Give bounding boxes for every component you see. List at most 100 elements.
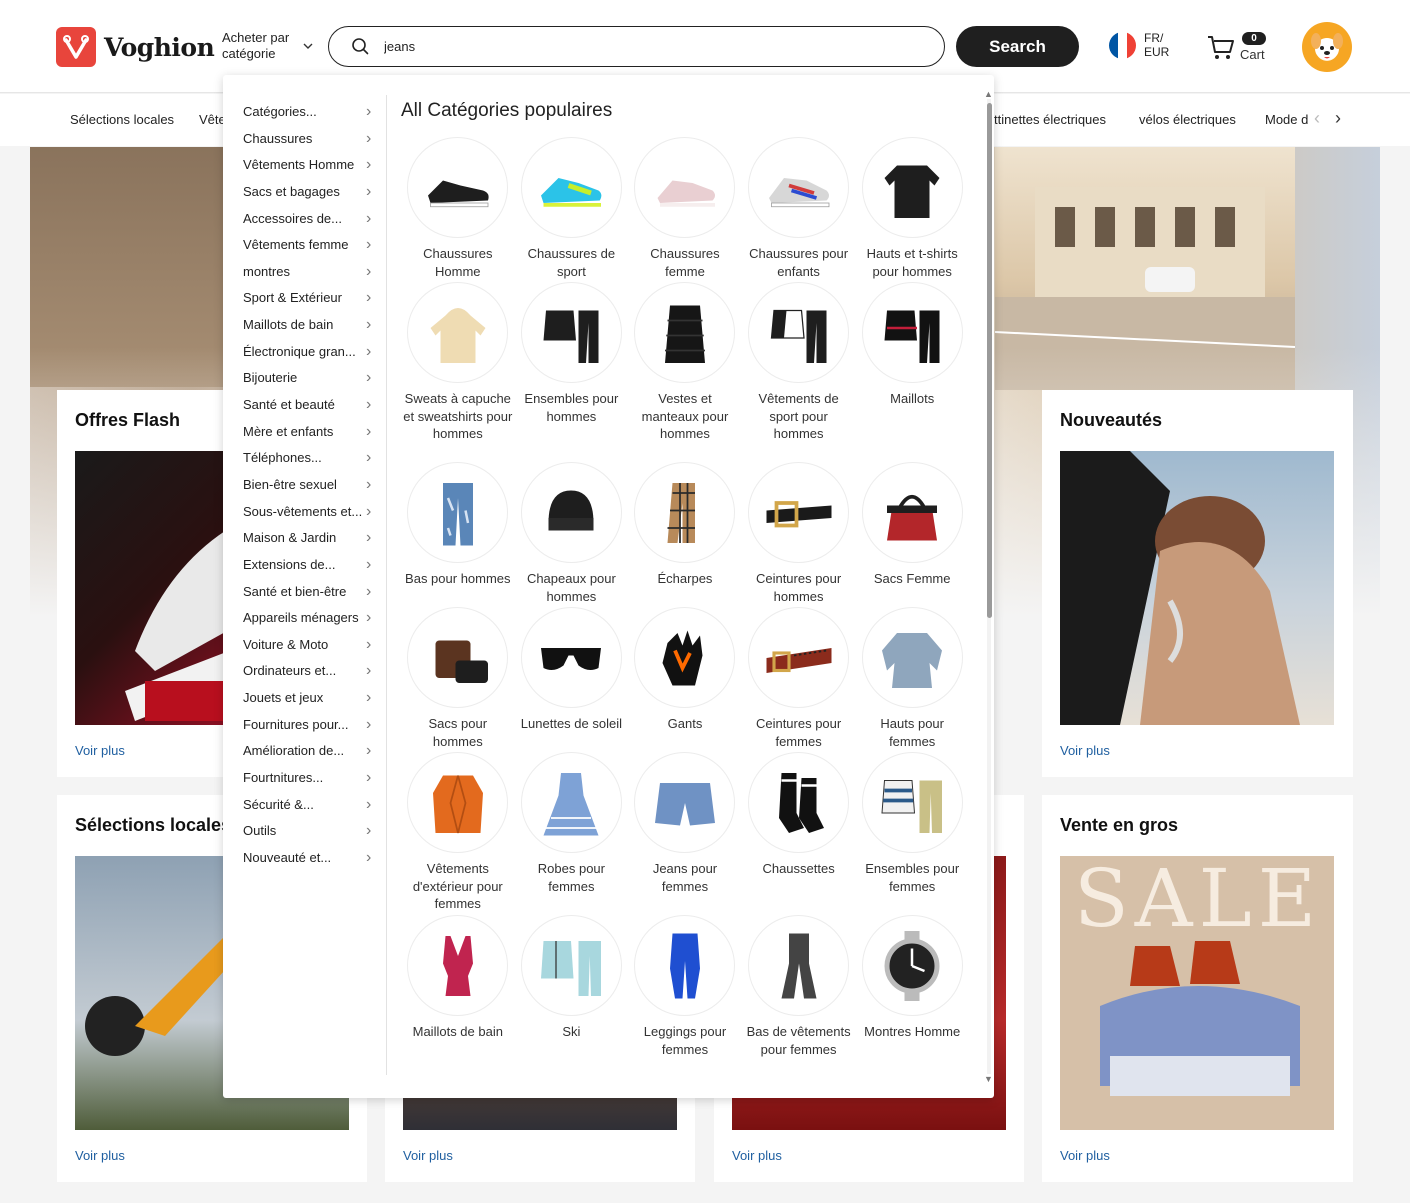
subnav-next-icon[interactable]: ›	[1335, 108, 1341, 129]
popular-category-tile[interactable]: Lunettes de soleil	[515, 607, 629, 733]
category-item[interactable]: Nouveauté et... ›	[223, 845, 387, 872]
category-label: Fourtnitures...	[243, 770, 324, 786]
voir-plus-link[interactable]: Voir plus	[1060, 1148, 1110, 1163]
chevron-right-icon: ›	[366, 449, 372, 467]
category-item[interactable]: Ordinateurs et... ›	[223, 658, 387, 685]
popular-category-tile[interactable]: Chapeaux pour hommes	[515, 462, 629, 605]
category-item[interactable]: montres ›	[223, 259, 387, 286]
scroll-thumb[interactable]	[987, 103, 992, 618]
france-flag-icon	[1109, 31, 1136, 59]
popular-category-tile[interactable]: Maillots	[855, 282, 969, 408]
popular-category-tile[interactable]: Chaussures femme	[628, 137, 742, 280]
user-avatar[interactable]	[1302, 22, 1352, 72]
popular-category-tile[interactable]: Chaussures pour enfants	[742, 137, 856, 280]
popular-category-tile[interactable]: Ceintures pour hommes	[742, 462, 856, 605]
popular-category-tile[interactable]: Robes pour femmes	[515, 752, 629, 895]
scroll-up-icon[interactable]: ▲	[984, 89, 993, 99]
category-item[interactable]: Amélioration de... ›	[223, 738, 387, 765]
voir-plus-link[interactable]: Voir plus	[1060, 743, 1110, 758]
chevron-right-icon: ›	[366, 156, 372, 174]
divider	[386, 95, 387, 1075]
popular-category-tile[interactable]: Ensembles pour hommes	[515, 282, 629, 425]
category-item[interactable]: Appareils ménagers ›	[223, 605, 387, 632]
category-item[interactable]: Sécurité &... ›	[223, 792, 387, 819]
popular-category-tile[interactable]: Chaussures de sport	[515, 137, 629, 280]
voir-plus-link[interactable]: Voir plus	[403, 1148, 453, 1163]
subnav-item-mode[interactable]: Mode d	[1265, 112, 1308, 127]
popular-category-tile[interactable]: Sacs pour hommes	[401, 607, 515, 750]
popular-category-tile[interactable]: Gants	[628, 607, 742, 733]
category-item[interactable]: Mère et enfants ›	[223, 419, 387, 446]
search-button[interactable]: Search	[956, 26, 1079, 67]
chevron-right-icon: ›	[366, 635, 372, 653]
mens-shirt-icon	[861, 137, 963, 238]
category-item[interactable]: Voiture & Moto ›	[223, 632, 387, 659]
popular-category-tile[interactable]: Hauts pour femmes	[855, 607, 969, 750]
subnav-item-velos[interactable]: vélos électriques	[1139, 112, 1236, 127]
category-item[interactable]: Catégories... ›	[223, 99, 387, 126]
locale-selector[interactable]: FR/ EUR	[1109, 31, 1169, 59]
card-title: Offres Flash	[75, 410, 181, 430]
category-item[interactable]: Maison & Jardin ›	[223, 525, 387, 552]
voghion-logo[interactable]: Voghion	[56, 27, 215, 67]
voir-plus-link[interactable]: Voir plus	[732, 1148, 782, 1163]
popular-category-tile[interactable]: Vestes et manteaux pour hommes	[628, 282, 742, 443]
card-vente-en-gros[interactable]: Vente en gros SALE Voir plus	[1042, 795, 1353, 1182]
category-item[interactable]: Santé et bien-être ›	[223, 579, 387, 606]
sport-shoe-icon	[520, 137, 622, 238]
popular-category-tile[interactable]: Jeans pour femmes	[628, 752, 742, 895]
womens-top-icon	[861, 607, 963, 708]
category-item[interactable]: Sous-vêtements et... ›	[223, 499, 387, 526]
shop-by-category-button[interactable]: Acheter par catégorie	[222, 30, 314, 64]
popular-category-tile[interactable]: Ski	[515, 915, 629, 1041]
category-item[interactable]: Maillots de bain ›	[223, 312, 387, 339]
womens-set-icon	[861, 752, 963, 853]
category-item[interactable]: Outils ›	[223, 818, 387, 845]
popular-category-tile[interactable]: Sweats à capuche et sweatshirts pour hom…	[401, 282, 515, 443]
denim-shorts-icon	[634, 752, 736, 853]
category-item[interactable]: Fournitures pour... ›	[223, 712, 387, 739]
subnav-prev-icon[interactable]: ‹	[1314, 108, 1320, 129]
popular-category-tile[interactable]: Ensembles pour femmes	[855, 752, 969, 895]
category-item[interactable]: Bijouterie ›	[223, 365, 387, 392]
category-item[interactable]: Santé et beauté ›	[223, 392, 387, 419]
cart-button[interactable]: 0 Cart	[1206, 32, 1276, 64]
subnav-item-vetements[interactable]: Vête	[199, 112, 226, 127]
category-item[interactable]: Vêtements Homme ›	[223, 152, 387, 179]
popular-category-tile[interactable]: Écharpes	[628, 462, 742, 588]
category-item[interactable]: Accessoires de... ›	[223, 206, 387, 233]
chevron-right-icon: ›	[366, 502, 372, 520]
category-item[interactable]: Électronique gran... ›	[223, 339, 387, 366]
popular-category-tile[interactable]: Chaussures Homme	[401, 137, 515, 280]
popular-category-tile[interactable]: Leggings pour femmes	[628, 915, 742, 1058]
category-item[interactable]: Sport & Extérieur ›	[223, 285, 387, 312]
popular-category-tile[interactable]: Sacs Femme	[855, 462, 969, 588]
popular-category-tile[interactable]: Maillots de bain	[401, 915, 515, 1041]
model-image[interactable]	[1060, 451, 1334, 725]
popular-category-tile[interactable]: Bas de vêtements pour femmes	[742, 915, 856, 1058]
popular-category-tile[interactable]: Ceintures pour femmes	[742, 607, 856, 750]
category-item[interactable]: Téléphones... ›	[223, 445, 387, 472]
voir-plus-link[interactable]: Voir plus	[75, 1148, 125, 1163]
search-input[interactable]	[384, 35, 904, 57]
category-item[interactable]: Jouets et jeux ›	[223, 685, 387, 712]
subnav-item-selections-locales[interactable]: Sélections locales	[70, 112, 174, 127]
popular-category-tile[interactable]: Montres Homme	[855, 915, 969, 1041]
popular-category-tile[interactable]: Vêtements de sport pour hommes	[742, 282, 856, 443]
category-item[interactable]: Fourtnitures... ›	[223, 765, 387, 792]
category-item[interactable]: Vêtements femme ›	[223, 232, 387, 259]
sale-image[interactable]: SALE	[1060, 856, 1334, 1130]
dropdown-scrollbar[interactable]: ▲ ▼	[984, 89, 994, 1084]
popular-category-tile[interactable]: Vêtements d'extérieur pour femmes	[401, 752, 515, 913]
category-item[interactable]: Extensions de... ›	[223, 552, 387, 579]
subnav-item-trottinettes[interactable]: ttinettes électriques	[994, 112, 1106, 127]
category-item[interactable]: Bien-être sexuel ›	[223, 472, 387, 499]
popular-category-tile[interactable]: Hauts et t-shirts pour hommes	[855, 137, 969, 280]
card-nouveautes[interactable]: Nouveautés Voir plus	[1042, 390, 1353, 777]
category-item[interactable]: Chaussures ›	[223, 126, 387, 153]
scroll-down-icon[interactable]: ▼	[984, 1074, 993, 1084]
category-item[interactable]: Sacs et bagages ›	[223, 179, 387, 206]
voir-plus-link[interactable]: Voir plus	[75, 743, 125, 758]
popular-category-tile[interactable]: Bas pour hommes	[401, 462, 515, 588]
popular-category-tile[interactable]: Chaussettes	[742, 752, 856, 878]
